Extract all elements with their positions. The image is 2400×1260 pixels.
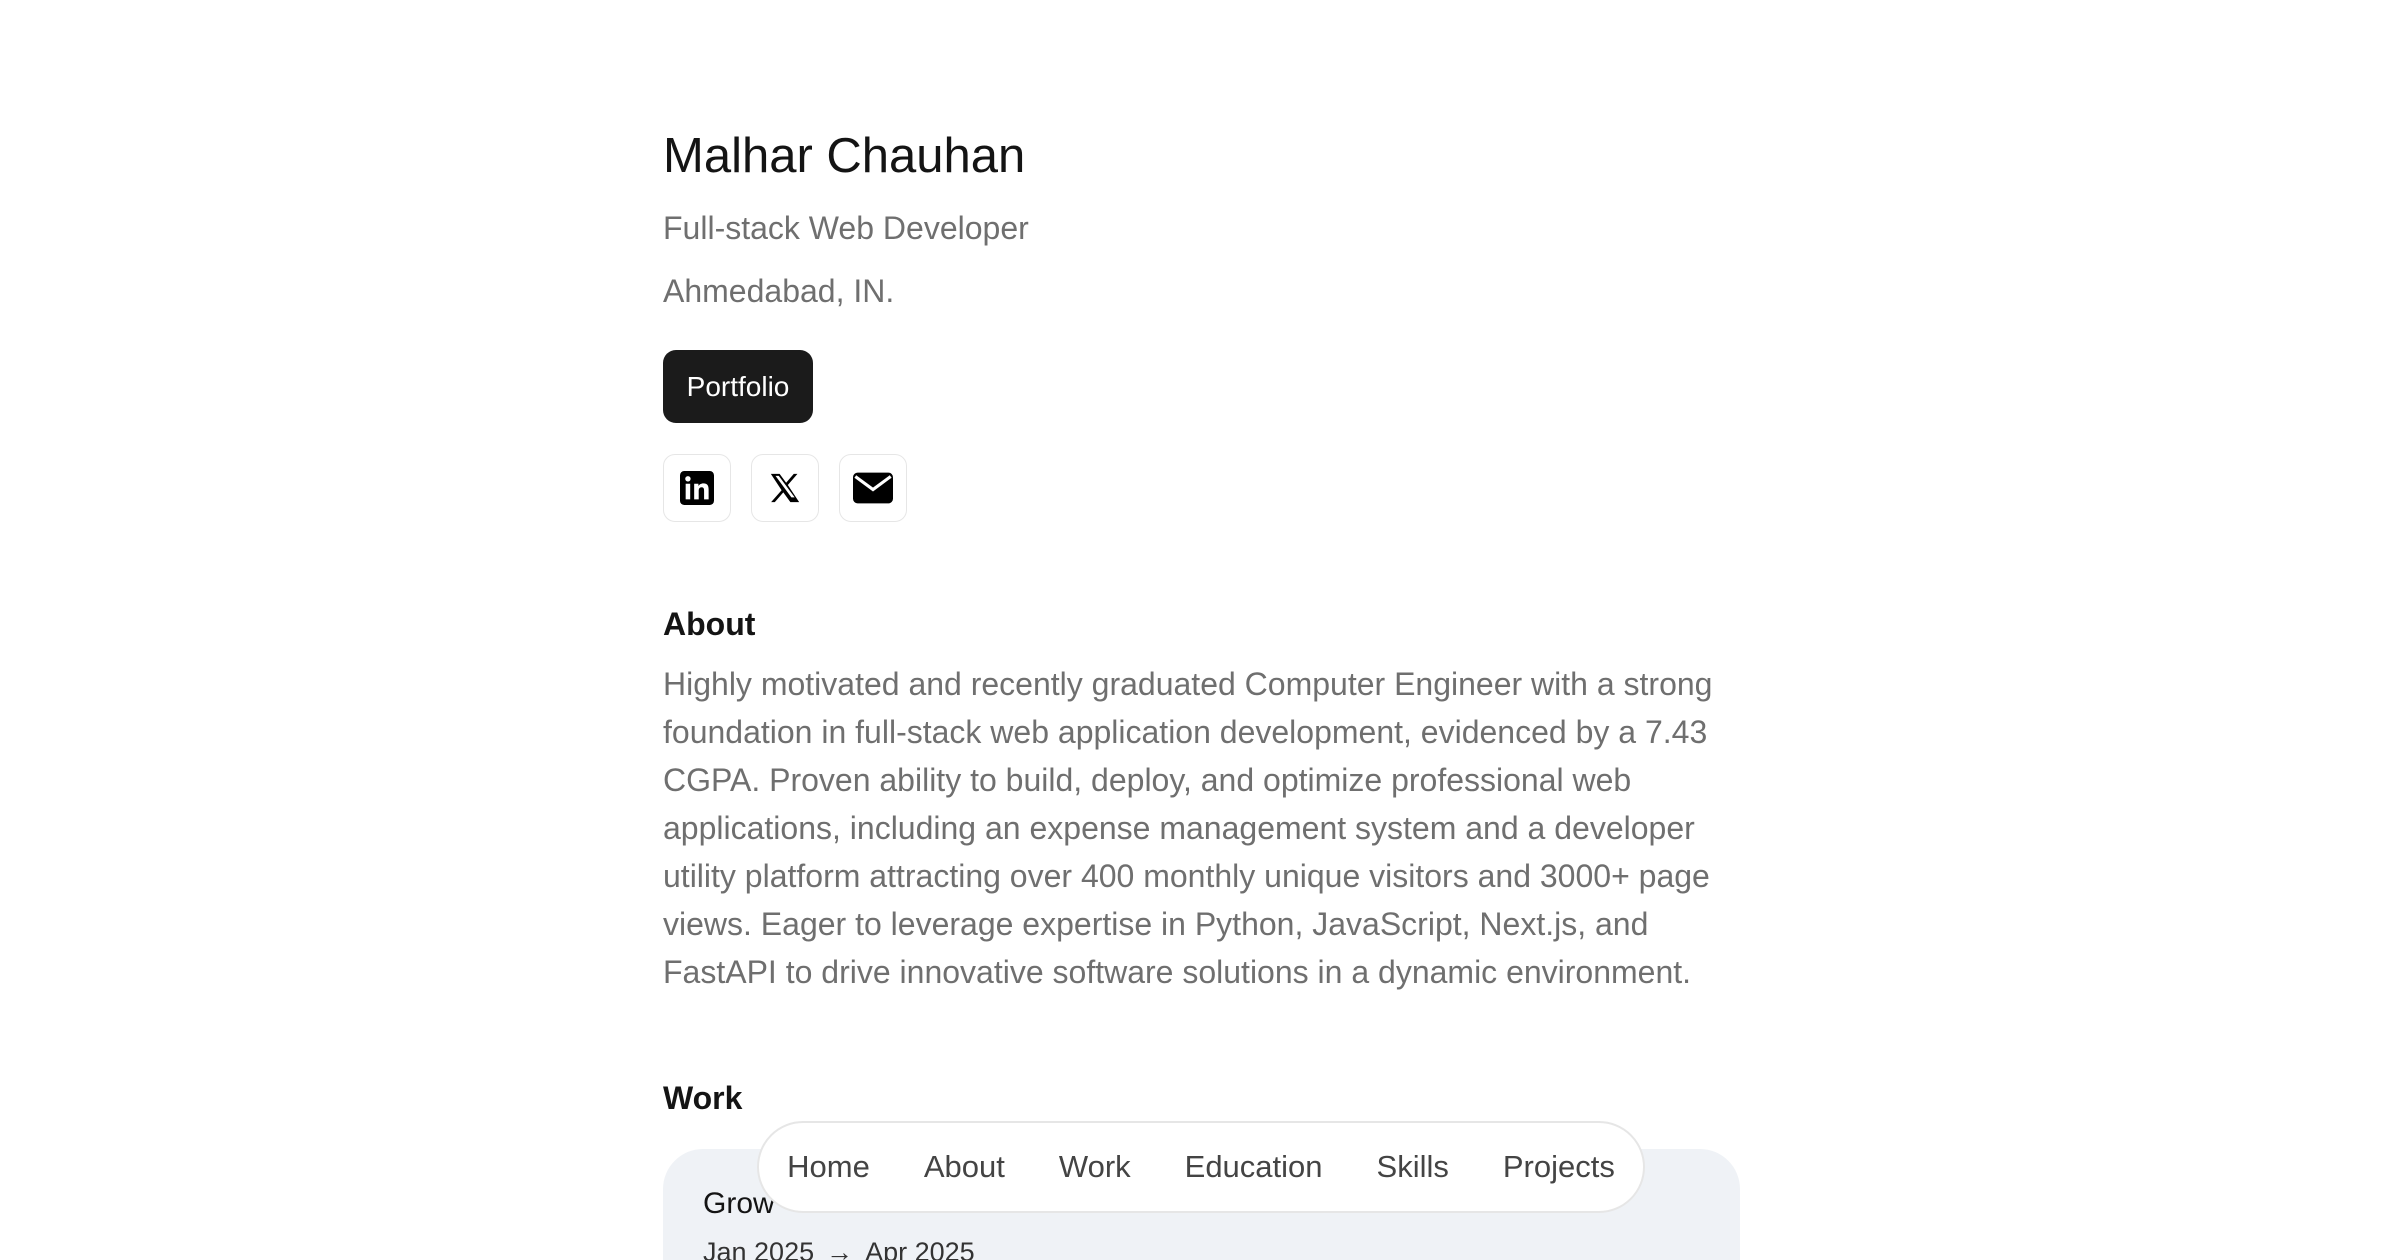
nav-skills[interactable]: Skills [1350,1149,1476,1185]
work-end-date: Apr 2025 [865,1237,975,1260]
about-text: Highly motivated and recently graduated … [663,666,1713,990]
profile-location: Ahmedabad, IN. [663,273,895,309]
work-dates: Jan 2025 → Apr 2025 [703,1237,975,1260]
work-start-date: Jan 2025 [703,1237,815,1260]
page: Malhar Chauhan Full-stack Web Developer … [0,0,2400,1260]
x-link[interactable] [751,454,819,522]
mail-icon [853,472,893,504]
profile-role: Full-stack Web Developer [663,210,1029,246]
work-heading: Work [663,1080,743,1116]
nav-education[interactable]: Education [1158,1149,1350,1185]
floating-navbar: Home About Work Education Skills Project… [757,1121,1645,1213]
linkedin-link[interactable] [663,454,731,522]
nav-home[interactable]: Home [760,1149,897,1185]
nav-about[interactable]: About [897,1149,1032,1185]
linkedin-icon [680,471,714,505]
portfolio-button[interactable]: Portfolio [663,350,813,423]
social-links [663,454,907,522]
about-heading: About [663,606,756,642]
nav-projects[interactable]: Projects [1476,1149,1642,1185]
arrow-right-icon: → [826,1237,854,1260]
mail-link[interactable] [839,454,907,522]
nav-work[interactable]: Work [1032,1149,1158,1185]
profile-name: Malhar Chauhan [663,129,1026,183]
x-icon [768,471,802,505]
